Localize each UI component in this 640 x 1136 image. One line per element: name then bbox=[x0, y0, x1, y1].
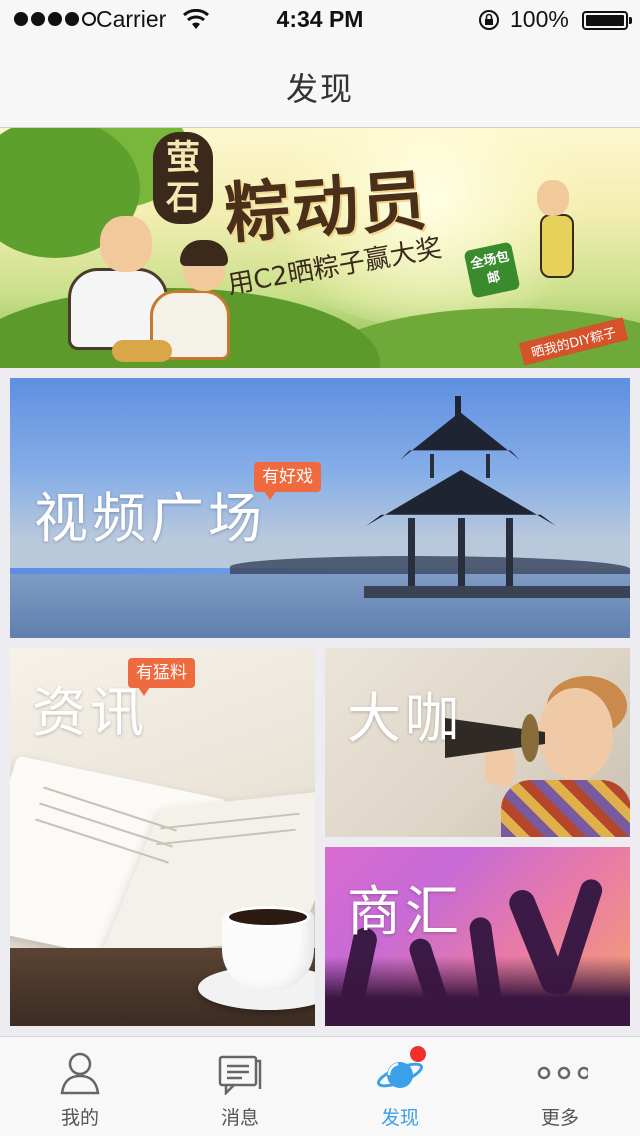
promo-banner[interactable]: 萤 石 粽动员 用C2晒粽子赢大奖 全场包邮 晒我的DIY粽子 bbox=[0, 128, 640, 368]
child-megaphone-image bbox=[539, 688, 613, 780]
more-dots-icon bbox=[537, 1066, 588, 1080]
tab-discover[interactable]: 发现 bbox=[320, 1037, 480, 1136]
message-icon bbox=[218, 1055, 262, 1095]
tab-more[interactable]: 更多 bbox=[480, 1037, 640, 1136]
video-square-label: 视频广场 bbox=[34, 487, 266, 550]
tab-messages[interactable]: 消息 bbox=[160, 1037, 320, 1136]
notification-badge bbox=[410, 1046, 426, 1062]
banner-shipping-tag: 全场包邮 bbox=[463, 241, 521, 299]
navigation-bar: 发现 bbox=[0, 40, 640, 128]
news-tag: 有猛料 bbox=[128, 658, 195, 696]
battery-icon bbox=[582, 11, 632, 30]
video-square-tag: 有好戏 bbox=[254, 462, 321, 500]
business-label: 商汇 bbox=[347, 880, 463, 943]
business-tile[interactable]: 商汇 bbox=[325, 847, 630, 1026]
banner-brand-logo: 萤 石 bbox=[153, 132, 213, 224]
person-icon bbox=[60, 1052, 100, 1095]
kol-label: 大咖 bbox=[347, 687, 463, 750]
tab-discover-label: 发现 bbox=[380, 1107, 419, 1129]
tab-mine[interactable]: 我的 bbox=[0, 1037, 160, 1136]
news-tile[interactable]: 资讯 有猛料 bbox=[10, 648, 315, 1026]
rotation-lock-icon bbox=[479, 10, 499, 30]
tab-mine-label: 我的 bbox=[60, 1107, 99, 1129]
tab-more-label: 更多 bbox=[540, 1107, 579, 1129]
tab-messages-label: 消息 bbox=[220, 1107, 259, 1129]
tab-bar: 我的 消息 发现 更多 bbox=[0, 1036, 640, 1136]
status-bar: Carrier 4:34 PM 100% bbox=[0, 0, 640, 40]
video-square-tile[interactable]: 视频广场 有好戏 bbox=[10, 378, 630, 638]
kol-tile[interactable]: 大咖 bbox=[325, 648, 630, 837]
battery-percentage: 100% bbox=[510, 6, 569, 32]
page-title: 发现 bbox=[285, 70, 354, 108]
